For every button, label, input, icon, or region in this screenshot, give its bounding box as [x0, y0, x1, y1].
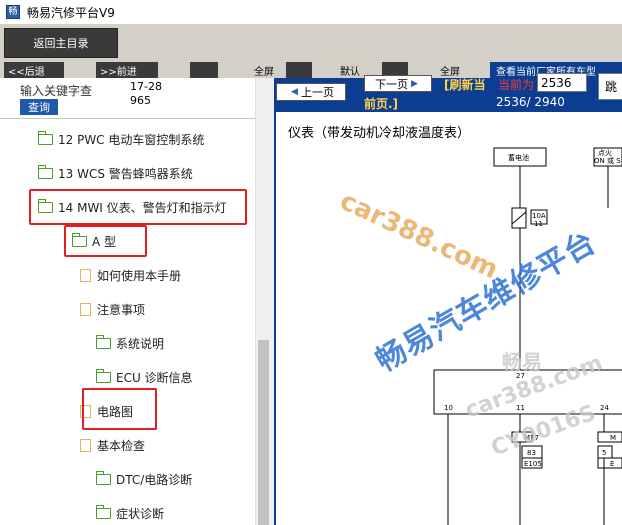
scroll-thumb[interactable] — [258, 340, 269, 525]
tree-item-basic-check[interactable]: 基本检查 — [80, 434, 145, 456]
tree-item-label: 12 PWC 电动车窗控制系统 — [58, 132, 205, 147]
toolbar: 返回主目录 — [0, 24, 622, 60]
highlight-box — [29, 189, 247, 225]
folder-icon — [95, 368, 111, 383]
forward-button[interactable]: >>前进 — [96, 62, 158, 78]
document-icon — [80, 268, 91, 282]
fuse-amp-label: 10A — [532, 212, 546, 220]
folder-icon — [37, 130, 53, 145]
sidebar: 输入关键字查 查询 17-28965 12 PWC 电动车窗控制系统 13 WC… — [0, 78, 270, 525]
tree-item-pwc[interactable]: 12 PWC 电动车窗控制系统 — [37, 128, 205, 150]
tree-item-label: 注意事项 — [97, 302, 146, 317]
tree-item-ecu-diag[interactable]: ECU 诊断信息 — [95, 366, 193, 388]
page-count: 2536/ 2940 — [496, 95, 565, 109]
tree-item-label: 如何使用本手册 — [97, 268, 182, 283]
tree-item-label: 13 WCS 警告蜂鸣器系统 — [58, 166, 193, 181]
search-result-code: 17-28965 — [130, 80, 162, 107]
document-icon — [80, 438, 91, 452]
folder-icon — [37, 164, 53, 179]
battery-label: 蓄电池 — [508, 153, 529, 162]
tree-item-label: DTC/电路诊断 — [116, 472, 193, 487]
sidebar-scrollbar[interactable] — [255, 78, 270, 525]
fuse-no-label: 11 — [534, 220, 543, 228]
tree-item-precautions[interactable]: 注意事项 — [80, 298, 145, 320]
refresh-link[interactable]: [刷新当 — [444, 76, 486, 93]
folder-icon — [95, 504, 111, 519]
pin-11: 11 — [516, 404, 525, 412]
divider — [0, 118, 270, 119]
folder-icon — [95, 470, 111, 485]
next-page-button[interactable]: 下一页 ▶ — [364, 75, 432, 92]
document-viewer: ◀ 上一页 下一页 ▶ [刷新当 前页.] 当前为 2536 2536/ 2940 … — [274, 73, 622, 525]
tree-item-symptom[interactable]: 症状诊断 — [95, 502, 165, 524]
connector-label: M — [610, 434, 616, 442]
next-page-label: 下一页 — [375, 77, 409, 91]
wiring-diagram: 蓄电池 点火 ON 或 S 10A 11 27 10 11 24 M77 83 … — [433, 147, 622, 525]
tree-item-label: 症状诊断 — [116, 506, 165, 521]
ignition-label-2: ON 或 S — [594, 156, 621, 165]
arrow-right-icon: ▶ — [411, 78, 418, 89]
tree-item-how-to-use[interactable]: 如何使用本手册 — [80, 264, 181, 286]
refresh-link-cont[interactable]: 前页.] — [364, 95, 398, 112]
connector-label: 5 — [602, 449, 606, 457]
connector-label: E — [610, 460, 614, 468]
fullscreen-toggle-1[interactable] — [190, 62, 218, 78]
connector-label: M77 — [524, 434, 539, 442]
search-button[interactable]: 查询 — [20, 99, 58, 115]
fullscreen-label-1: 全屏 — [254, 67, 274, 78]
prev-page-button[interactable]: ◀ 上一页 — [276, 83, 346, 101]
tree-item-wcs[interactable]: 13 WCS 警告蜂鸣器系统 — [37, 162, 193, 184]
pin-24: 24 — [600, 404, 609, 412]
arrow-left-icon: ◀ — [291, 87, 298, 97]
ignition-label: 点火 — [598, 149, 612, 157]
tree-item-system-desc[interactable]: 系统说明 — [95, 332, 165, 354]
back-button[interactable]: <<后退 — [4, 62, 64, 78]
back-to-main-button[interactable]: 返回主目录 — [4, 28, 118, 58]
default-toggle[interactable] — [286, 62, 312, 78]
tree-item-label: ECU 诊断信息 — [116, 370, 193, 385]
tree-item-label: 系统说明 — [116, 336, 165, 351]
connector-label: 83 — [527, 449, 536, 457]
page-number-input[interactable]: 2536 — [537, 73, 587, 92]
pin-10: 10 — [444, 404, 453, 412]
current-page-label: 当前为 — [498, 78, 535, 92]
document-page: 仪表（带发动机冷却液温度表） 蓄电池 点火 ON 或 S 10A 11 27 1… — [276, 112, 622, 525]
search-input[interactable]: 输入关键字查 — [20, 82, 96, 99]
highlight-box — [64, 225, 147, 257]
highlight-box — [82, 388, 157, 430]
app-icon: 畅 — [6, 5, 20, 19]
pin-27: 27 — [516, 372, 525, 380]
connector-label: E105 — [524, 460, 542, 468]
document-icon — [80, 302, 91, 316]
window-title: 畅易汽修平台V9 — [27, 5, 115, 20]
tree-item-dtc[interactable]: DTC/电路诊断 — [95, 468, 193, 490]
default-label: 默认 — [340, 67, 360, 78]
title-bar: 畅 畅易汽修平台V9 — [0, 0, 622, 24]
tree-item-label: 基本检查 — [97, 438, 146, 453]
meter-box — [433, 369, 622, 415]
jump-button[interactable]: 跳 — [598, 73, 622, 100]
folder-icon — [95, 334, 111, 349]
prev-page-label: 上一页 — [300, 86, 334, 99]
